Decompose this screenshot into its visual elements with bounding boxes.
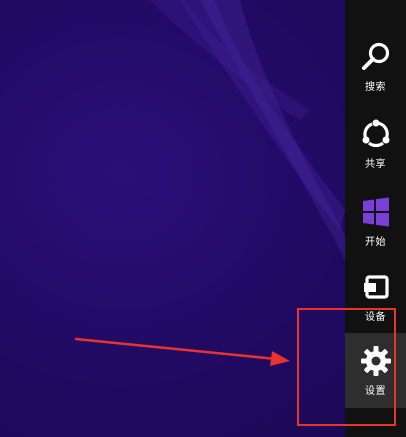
charm-search[interactable]: 搜索 [345,40,406,93]
charm-start-label: 开始 [365,237,386,248]
charm-start[interactable]: 开始 [345,195,406,248]
annotation-highlight-box [297,308,396,426]
charm-share-label: 共享 [365,159,386,170]
windows-logo-icon [362,197,389,227]
share-icon [362,119,389,148]
charm-search-label: 搜索 [365,82,386,93]
search-icon [361,42,389,70]
charm-share[interactable]: 共享 [345,117,406,170]
devices-icon [363,275,389,299]
